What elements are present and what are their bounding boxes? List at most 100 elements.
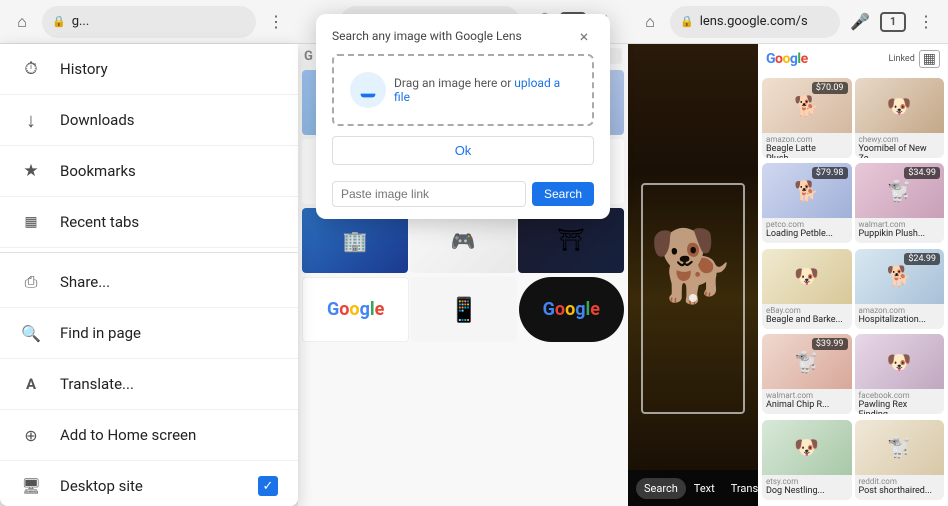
- lens-ok-button[interactable]: Ok: [332, 136, 594, 165]
- menu-item-desktop-site[interactable]: 🖥 Desktop site ✓: [0, 461, 298, 506]
- bookmark-icon: ★: [20, 160, 42, 182]
- lens-upload-dialog: Search any image with Google Lens × Drag…: [316, 14, 610, 219]
- lens-search-button[interactable]: Search: [532, 182, 594, 206]
- lens-search-tab[interactable]: Search: [636, 478, 686, 499]
- grid-toggle[interactable]: ▦: [919, 50, 940, 68]
- result-img-8: 🐶: [855, 334, 945, 389]
- linked-badge: Linked: [888, 54, 914, 64]
- lens-results-panel: Google Linked ▦ 🐕 $70.09 amazon.com Beag…: [758, 44, 948, 506]
- lens-result-card-9[interactable]: 🐶 etsy.com Dog Nestling...: [762, 420, 852, 500]
- translate-icon: A: [20, 373, 42, 395]
- lens-dialog-header: Search any image with Google Lens ×: [316, 14, 610, 54]
- home-button-3[interactable]: ⌂: [636, 8, 664, 36]
- home-button[interactable]: ⌂: [8, 8, 36, 36]
- result-info-9: etsy.com Dog Nestling...: [762, 475, 852, 498]
- lens-content-area: 🐕 Search Text Translate Google: [628, 44, 948, 506]
- result-price-1: $70.09: [812, 82, 848, 94]
- result-info-6: amazon.com Hospitalization...: [855, 304, 945, 327]
- result-price-3: $79.98: [812, 167, 848, 179]
- result-price-7: $39.99: [812, 338, 848, 350]
- lens-url-input[interactable]: [332, 181, 526, 207]
- lens-result-card-10[interactable]: 🐩 reddit.com Post shorthaired...: [855, 420, 945, 500]
- find-in-page-label: Find in page: [60, 324, 278, 342]
- image-result-row-4: Google 📱 Google: [298, 275, 628, 344]
- panel-chrome-menu: ⌂ 🔒 g... ⋮ ⏱ History ↓ Downloads ★ Bookm…: [0, 0, 298, 506]
- result-info-1: amazon.com Beagle Latte Plush...: [762, 133, 852, 158]
- panel-lens-dialog: ⌂ 🔒 google.com/searc 🎤 1 ⋮ G 🔵 🌐 🔵: [298, 0, 628, 506]
- result-img-2: 🐶: [855, 78, 945, 133]
- menu-item-share[interactable]: ⎙ Share...: [0, 257, 298, 308]
- lock-icon: 🔒: [52, 15, 66, 28]
- lens-result-card-6[interactable]: 🐕 $24.99 amazon.com Hospitalization...: [855, 249, 945, 329]
- result-info-10: reddit.com Post shorthaired...: [855, 475, 945, 498]
- translate-label: Translate...: [60, 375, 278, 393]
- chrome-dropdown-menu: ⏱ History ↓ Downloads ★ Bookmarks ▦ Rece…: [0, 44, 298, 506]
- lens-photo-panel: 🐕 Search Text Translate: [628, 44, 758, 506]
- result-img-10: 🐩: [855, 420, 945, 475]
- mic-button-3[interactable]: 🎤: [846, 8, 874, 36]
- menu-item-recent-tabs[interactable]: ▦ Recent tabs: [0, 197, 298, 248]
- lens-text-tab[interactable]: Text: [686, 478, 723, 499]
- lens-result-card-2[interactable]: 🐶 chewy.com Yoomibel of New Ze...: [855, 78, 945, 158]
- bookmarks-label: Bookmarks: [60, 162, 278, 180]
- overflow-menu-button-3[interactable]: ⋮: [912, 8, 940, 36]
- result-info-4: walmart.com Puppikin Plush...: [855, 218, 945, 241]
- history-icon: ⏱: [20, 58, 42, 80]
- result-info-3: petco.com Loading Petble...: [762, 218, 852, 241]
- lens-upload-icon: [350, 72, 386, 108]
- lens-results-header: Google Linked ▦: [758, 44, 948, 74]
- result-info-2: chewy.com Yoomibel of New Ze...: [855, 133, 945, 158]
- add-home-icon: ⊕: [20, 424, 42, 446]
- lens-result-card-3[interactable]: 🐕 $79.98 petco.com Loading Petble...: [762, 163, 852, 243]
- address-bar-1[interactable]: 🔒 g...: [42, 6, 256, 38]
- lens-drop-zone[interactable]: Drag an image here or upload a file: [332, 54, 594, 126]
- history-label: History: [60, 60, 278, 78]
- lens-result-card-8[interactable]: 🐶 facebook.com Pawling Rex Finding...: [855, 334, 945, 414]
- google-logo: Google: [766, 51, 808, 67]
- browser-bar-1: ⌂ 🔒 g... ⋮: [0, 0, 298, 44]
- add-home-label: Add to Home screen: [60, 426, 278, 444]
- lens-result-card-5[interactable]: 🐶 eBay.com Beagle and Barke...: [762, 249, 852, 329]
- result-img-9: 🐶: [762, 420, 852, 475]
- lens-translate-tab[interactable]: Translate: [723, 478, 758, 499]
- lock-icon-3: 🔒: [680, 15, 694, 28]
- menu-item-downloads[interactable]: ↓ Downloads: [0, 95, 298, 146]
- downloads-label: Downloads: [60, 111, 278, 129]
- lens-results-grid: 🐕 $70.09 amazon.com Beagle Latte Plush..…: [758, 74, 948, 506]
- recent-tabs-label: Recent tabs: [60, 213, 278, 231]
- lens-dialog-close-button[interactable]: ×: [574, 26, 594, 46]
- desktop-site-checkbox[interactable]: ✓: [258, 476, 278, 496]
- address-text-3: lens.google.com/s: [700, 14, 808, 29]
- recent-tabs-icon: ▦: [20, 211, 42, 233]
- lens-result-card-7[interactable]: 🐩 $39.99 walmart.com Animal Chip R...: [762, 334, 852, 414]
- menu-item-translate[interactable]: A Translate...: [0, 359, 298, 410]
- share-label: Share...: [60, 273, 278, 291]
- address-text-1: g...: [72, 14, 90, 29]
- find-icon: 🔍: [20, 322, 42, 344]
- menu-item-bookmarks[interactable]: ★ Bookmarks: [0, 146, 298, 197]
- overflow-menu-button[interactable]: ⋮: [262, 8, 290, 36]
- result-info-7: walmart.com Animal Chip R...: [762, 389, 852, 412]
- lens-drop-text: Drag an image here or upload a file: [394, 76, 576, 104]
- lens-url-row: Search: [316, 175, 610, 219]
- panel-lens-results: ⌂ 🔒 lens.google.com/s 🎤 1 ⋮ 🐕: [628, 0, 948, 506]
- share-icon: ⎙: [20, 271, 42, 293]
- downloads-icon: ↓: [20, 109, 42, 131]
- result-info-8: facebook.com Pawling Rex Finding...: [855, 389, 945, 414]
- lens-photo-background: 🐕: [628, 44, 758, 506]
- desktop-site-label: Desktop site: [60, 477, 240, 495]
- menu-item-find-in-page[interactable]: 🔍 Find in page: [0, 308, 298, 359]
- result-info-5: eBay.com Beagle and Barke...: [762, 304, 852, 327]
- menu-item-history[interactable]: ⏱ History: [0, 44, 298, 95]
- result-price-4: $34.99: [904, 167, 940, 179]
- menu-item-add-home[interactable]: ⊕ Add to Home screen: [0, 410, 298, 461]
- lens-result-card-1[interactable]: 🐕 $70.09 amazon.com Beagle Latte Plush..…: [762, 78, 852, 158]
- result-img-5: 🐶: [762, 249, 852, 304]
- lens-result-card-4[interactable]: 🐩 $34.99 walmart.com Puppikin Plush...: [855, 163, 945, 243]
- img-thumb-10[interactable]: Google: [302, 277, 409, 342]
- img-thumb-12[interactable]: Google: [519, 277, 624, 342]
- lens-bottom-bar: Search Text Translate: [628, 470, 758, 506]
- address-bar-3[interactable]: 🔒 lens.google.com/s: [670, 6, 840, 38]
- tab-count-3[interactable]: 1: [880, 12, 906, 32]
- img-thumb-11[interactable]: 📱: [411, 277, 516, 342]
